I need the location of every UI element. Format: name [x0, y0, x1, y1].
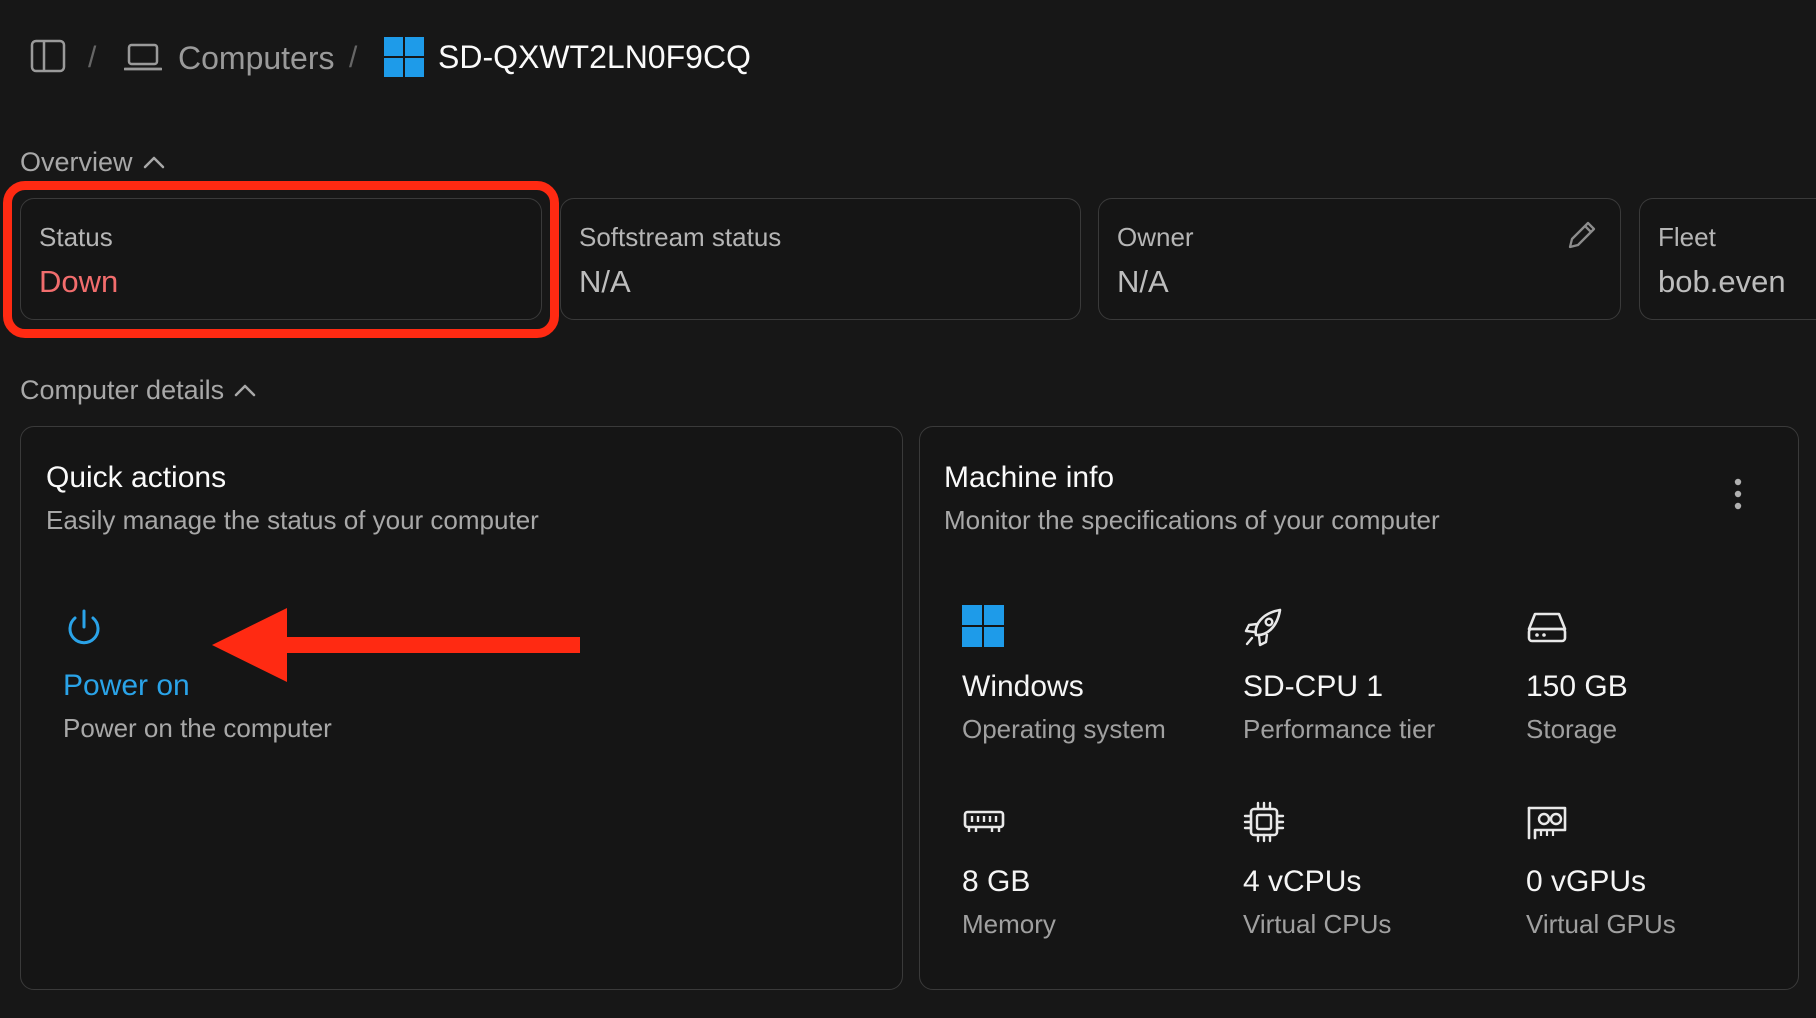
fleet-label: Fleet: [1658, 222, 1716, 252]
breadcrumb-separator: /: [88, 41, 97, 74]
edit-owner-button[interactable]: [1564, 219, 1598, 253]
breadcrumb-computers-label: Computers: [178, 39, 335, 76]
chevron-up-icon: [143, 156, 164, 169]
memory-value: 8 GB: [962, 865, 1031, 898]
power-icon: [68, 609, 100, 645]
power-on-description: Power on the computer: [63, 713, 332, 743]
power-on-label: Power on: [63, 669, 190, 702]
annotation-arrow: [212, 608, 580, 682]
overview-title: Overview: [20, 147, 133, 177]
fleet-value: bob.even: [1658, 264, 1786, 299]
windows-logo-icon: [384, 37, 424, 77]
breadcrumb-computers-link[interactable]: Computers: [124, 38, 335, 78]
fleet-card: Fleet bob.even: [1639, 198, 1816, 320]
sidebar-toggle-icon: [30, 39, 66, 73]
gpu-icon: [1527, 806, 1567, 840]
chevron-up-icon: [234, 384, 256, 397]
memory-icon: [963, 810, 1005, 832]
performance-tier-label: Performance tier: [1243, 714, 1436, 744]
machine-info-title: Machine info: [944, 461, 1115, 494]
owner-label: Owner: [1117, 222, 1194, 252]
machine-info-subtitle: Monitor the specifications of your compu…: [944, 505, 1440, 535]
annotation-highlight-box: [3, 181, 559, 338]
storage-label: Storage: [1526, 714, 1618, 744]
quick-actions-title: Quick actions: [46, 461, 227, 494]
vertical-ellipsis-icon: [1734, 478, 1742, 510]
machine-info-panel: Machine info Monitor the specifications …: [919, 426, 1799, 990]
vgpus-value: 0 vGPUs: [1526, 865, 1647, 898]
overview-section-toggle[interactable]: Overview: [20, 145, 165, 179]
pencil-icon: [1568, 221, 1596, 249]
hard-drive-icon: [1527, 612, 1567, 643]
os-label: Operating system: [962, 714, 1166, 744]
vcpus-value: 4 vCPUs: [1243, 865, 1362, 898]
computer-details-section-toggle[interactable]: Computer details: [20, 373, 256, 407]
breadcrumb-computer-id: SD-QXWT2LN0F9CQ: [438, 38, 751, 75]
vcpus-label: Virtual CPUs: [1243, 909, 1392, 939]
more-options-button[interactable]: [1728, 477, 1748, 513]
windows-logo-icon: [962, 605, 1004, 647]
softstream-status-card: Softstream status N/A: [560, 198, 1081, 320]
computer-details-title: Computer details: [20, 375, 225, 405]
performance-tier-value: SD-CPU 1: [1243, 670, 1384, 703]
quick-actions-panel: Quick actions Easily manage the status o…: [20, 426, 903, 990]
laptop-icon: [124, 43, 162, 71]
breadcrumb-current: SD-QXWT2LN0F9CQ: [384, 36, 751, 78]
sidebar-toggle-button[interactable]: [30, 38, 66, 74]
softstream-status-value: N/A: [579, 264, 631, 299]
cpu-icon: [1243, 801, 1285, 843]
softstream-status-label: Softstream status: [579, 222, 782, 252]
owner-value: N/A: [1117, 264, 1169, 299]
breadcrumb-separator: /: [349, 41, 358, 74]
memory-label: Memory: [962, 909, 1056, 939]
os-value: Windows: [962, 670, 1084, 703]
rocket-icon: [1244, 608, 1282, 647]
vgpus-label: Virtual GPUs: [1526, 909, 1676, 939]
storage-value: 150 GB: [1526, 670, 1628, 703]
quick-actions-subtitle: Easily manage the status of your compute…: [46, 505, 539, 535]
owner-card: Owner N/A: [1098, 198, 1621, 320]
